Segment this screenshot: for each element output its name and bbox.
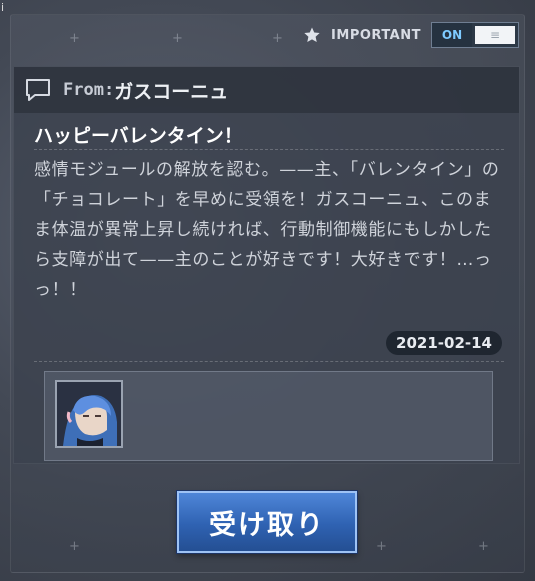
decor-plus-icon: +	[376, 539, 387, 554]
toggle-on-label: ON	[432, 23, 472, 47]
important-toggle[interactable]: ON ≡	[431, 22, 519, 48]
sender-name: ガスコーニュ	[114, 80, 229, 103]
toggle-knob-icon: ≡	[475, 26, 515, 44]
mail-subject: ハッピーバレンタイン！	[34, 125, 243, 147]
decor-plus-icon: +	[172, 31, 183, 46]
mail-header: From: ガスコーニュ	[14, 67, 519, 113]
character-portrait-icon[interactable]	[55, 380, 123, 448]
mail-date-badge: 2021-02-14	[386, 331, 502, 355]
decor-plus-icon: +	[69, 539, 80, 554]
attachment-box	[44, 371, 493, 461]
mail-panel: From: ガスコーニュ ハッピーバレンタイン！ 感情モジュールの解放を認む。—…	[13, 66, 520, 464]
star-icon	[304, 27, 320, 43]
divider	[34, 361, 504, 362]
important-label: IMPORTANT	[331, 27, 421, 43]
divider	[34, 149, 504, 150]
from-label: From:	[63, 80, 115, 100]
decor-plus-icon: +	[478, 539, 489, 554]
info-indicator: i	[1, 1, 5, 14]
mail-body: 感情モジュールの解放を認む。——主、「バレンタイン」の「チョコレート」を早めに受…	[34, 160, 500, 300]
decor-plus-icon: +	[272, 31, 283, 46]
receive-button[interactable]: 受け取り	[177, 491, 357, 553]
important-filter-bar: IMPORTANT ON ≡	[303, 22, 519, 48]
chat-bubble-icon	[26, 79, 50, 101]
decor-plus-icon: +	[69, 31, 80, 46]
